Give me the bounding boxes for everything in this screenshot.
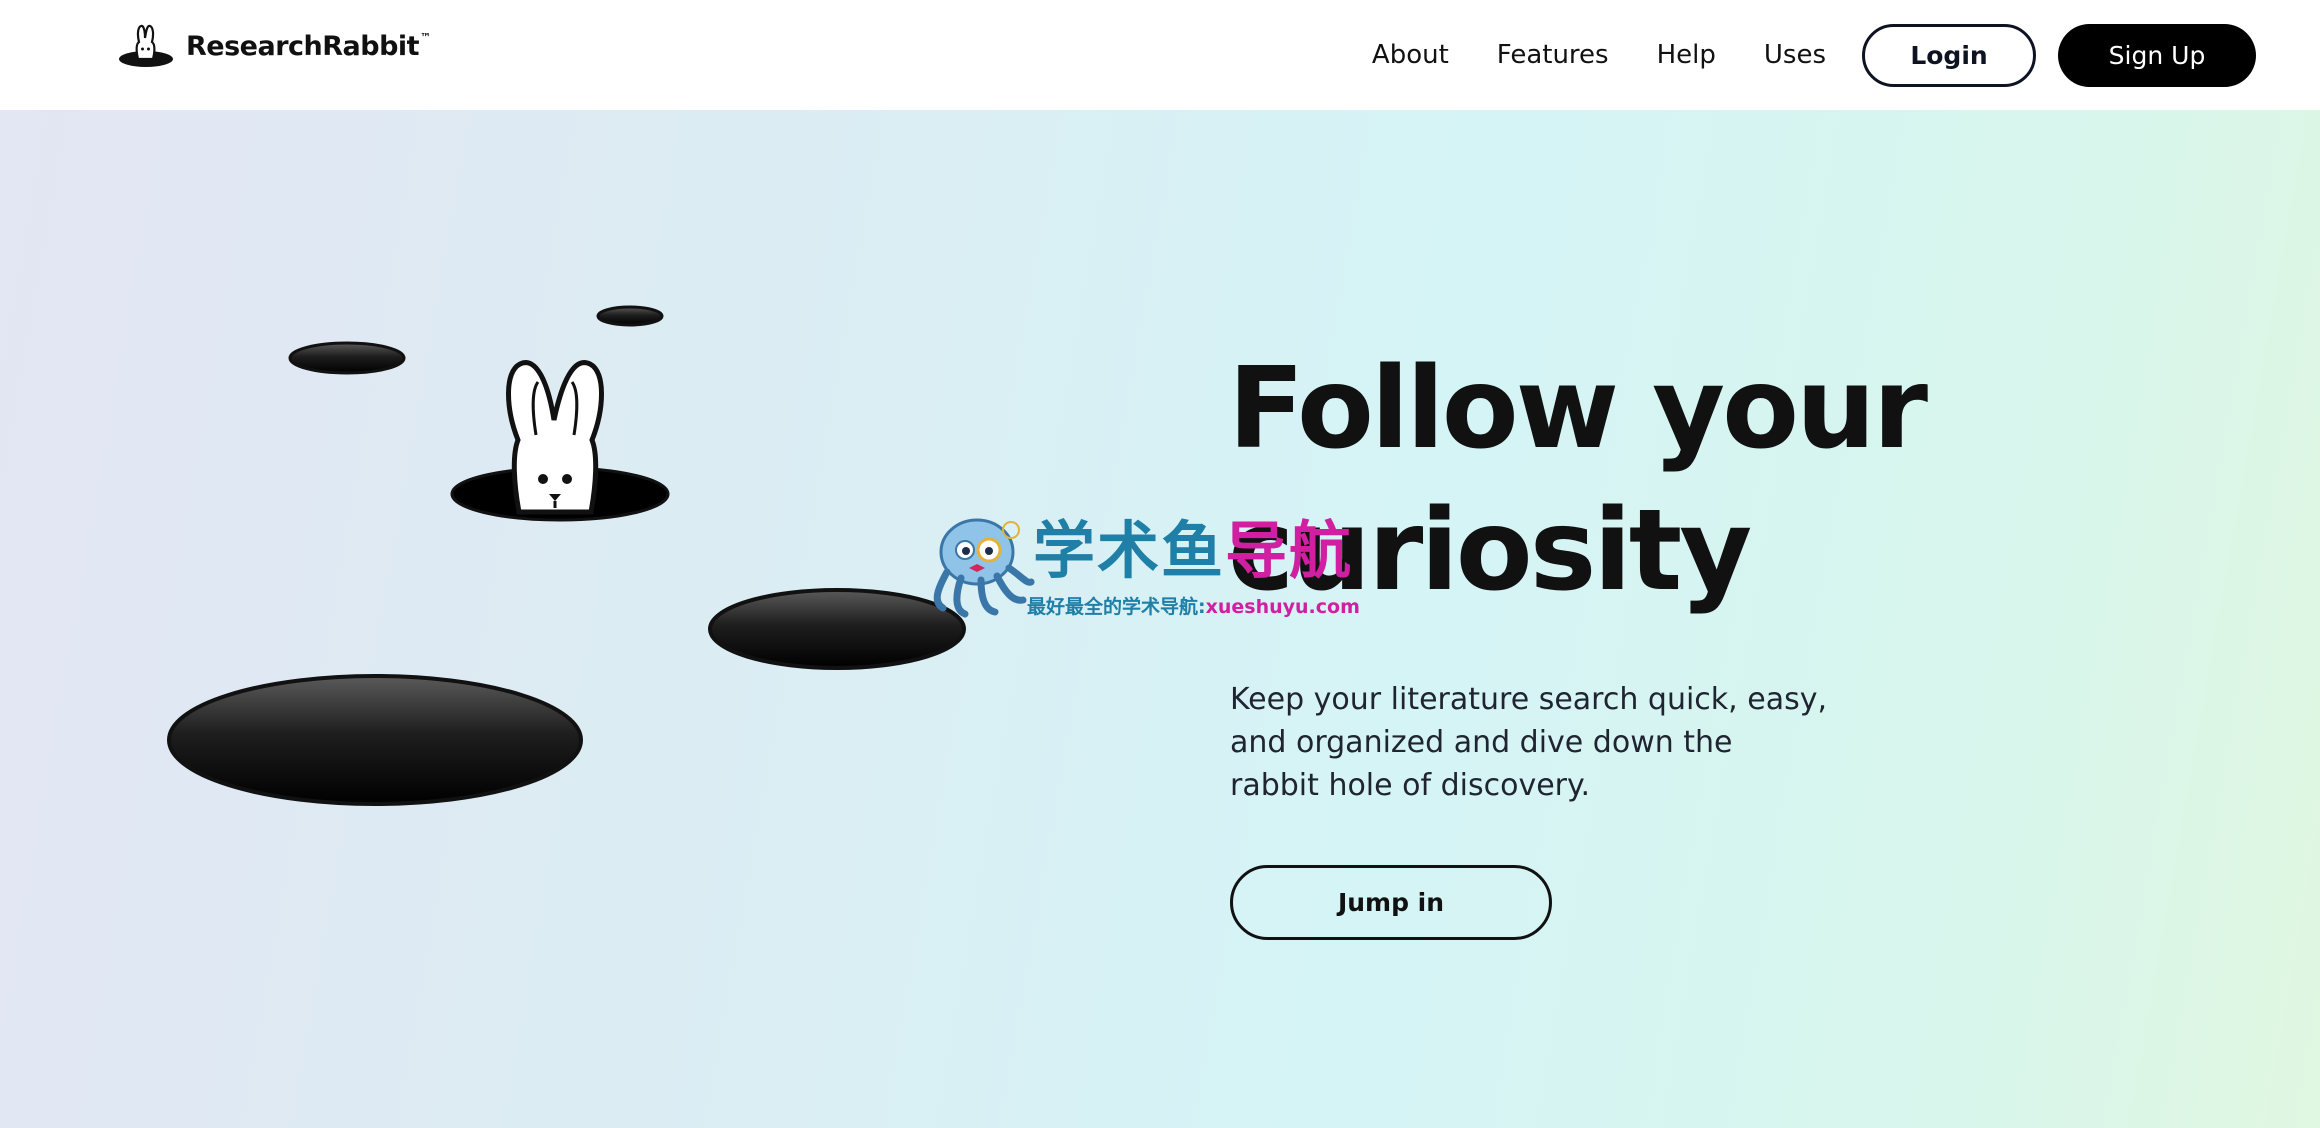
jump-in-button[interactable]: Jump in <box>1230 865 1552 940</box>
hero-section: Follow your curiosity Keep your literatu… <box>0 110 2320 1128</box>
large-hole-bottom <box>167 674 583 806</box>
login-button[interactable]: Login <box>1862 23 2036 87</box>
watermark-overlay: 学术鱼导航 最好最全的学术导航:xueshuyu.com <box>925 510 1405 630</box>
brand-logo-link[interactable]: ResearchRabbit™ <box>118 24 431 68</box>
nav-about-link[interactable]: About <box>1372 40 1449 70</box>
hero-subtitle: Keep your literature search quick, easy,… <box>1230 682 1827 803</box>
watermark-title: 学术鱼导航 <box>1033 514 1354 587</box>
headline-line-1: Follow your <box>1228 344 1928 474</box>
signup-button[interactable]: Sign Up <box>2058 23 2256 87</box>
small-hole-top-left <box>288 341 406 375</box>
site-header: ResearchRabbit™ About Features Help Uses… <box>0 0 2320 110</box>
watermark-subtitle: 最好最全的学术导航:xueshuyu.com <box>1027 596 1360 618</box>
nav-features-link[interactable]: Features <box>1497 40 1609 70</box>
tiny-hole-top <box>596 305 664 327</box>
octopus-mascot-icon <box>933 518 1035 618</box>
nav-uses-link[interactable]: Uses <box>1764 40 1826 70</box>
rabbit-hole-with-rabbit <box>450 360 670 522</box>
rabbit-in-hole-icon <box>119 24 173 67</box>
main-nav: About Features Help Uses Login Sign Up <box>1372 0 2320 110</box>
nav-help-link[interactable]: Help <box>1657 40 1716 70</box>
brand-name: ResearchRabbit™ <box>186 30 431 62</box>
